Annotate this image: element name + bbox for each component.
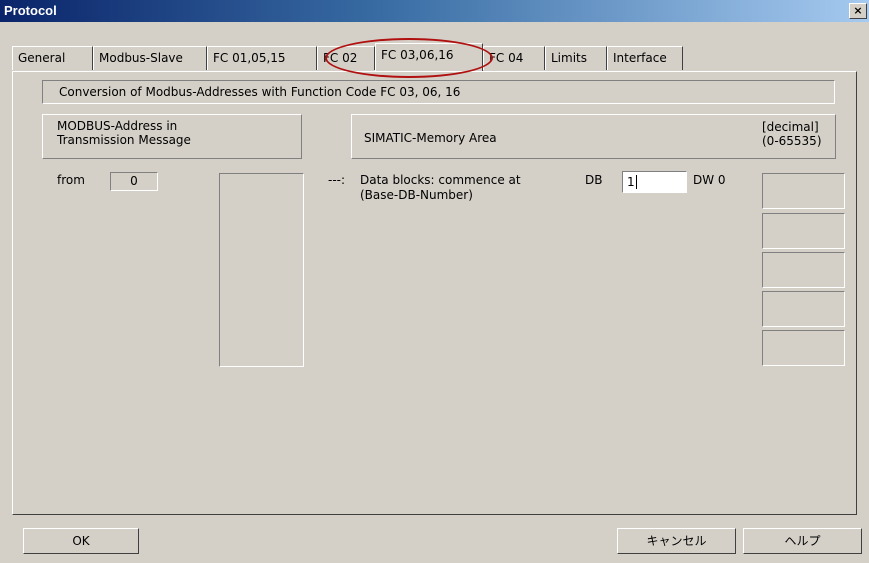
ok-button[interactable]: OK [23, 528, 139, 554]
dw-label: DW 0 [693, 173, 726, 187]
memory-field-3 [762, 252, 845, 288]
db-number-value: 1 [627, 175, 635, 189]
memory-field-5 [762, 330, 845, 366]
window-title: Protocol [4, 3, 57, 18]
arrow-label: ---: [328, 173, 346, 187]
tab-limits[interactable]: Limits [545, 46, 607, 70]
tab-modbus-slave[interactable]: Modbus-Slave [93, 46, 207, 70]
db-number-input[interactable]: 1 [622, 171, 687, 193]
db-label: DB [585, 173, 603, 187]
help-button[interactable]: ヘルプ [743, 528, 862, 554]
tab-fc-01-05-15[interactable]: FC 01,05,15 [207, 46, 317, 70]
modbus-address-list [219, 173, 304, 367]
close-icon: × [853, 4, 863, 17]
decimal-range-label: [decimal] (0-65535) [762, 120, 822, 148]
modbus-address-box: MODBUS-Address in Transmission Message [42, 114, 302, 159]
memory-field-2 [762, 213, 845, 249]
from-label: from [57, 173, 85, 187]
tab-fc-04[interactable]: FC 04 [483, 46, 545, 70]
from-value-field: 0 [110, 172, 158, 191]
base-db-number-label: (Base-DB-Number) [360, 188, 473, 202]
close-button[interactable]: × [849, 3, 867, 19]
tab-fc-02[interactable]: FC 02 [317, 46, 375, 70]
title-bar[interactable]: Protocol × [0, 0, 869, 22]
tab-interface[interactable]: Interface [607, 46, 683, 70]
cancel-button[interactable]: キャンセル [617, 528, 736, 554]
conversion-header: Conversion of Modbus-Addresses with Func… [42, 80, 835, 104]
memory-field-4 [762, 291, 845, 327]
tab-general[interactable]: General [12, 46, 93, 70]
tab-fc-03-06-16[interactable]: FC 03,06,16 [375, 43, 483, 71]
text-caret [635, 175, 641, 189]
tab-panel: Conversion of Modbus-Addresses with Func… [12, 71, 857, 515]
simatic-label: SIMATIC-Memory Area [364, 131, 497, 145]
data-blocks-label: Data blocks: commence at [360, 173, 521, 187]
simatic-memory-box: SIMATIC-Memory Area [decimal] (0-65535) [351, 114, 836, 159]
memory-field-1 [762, 173, 845, 209]
